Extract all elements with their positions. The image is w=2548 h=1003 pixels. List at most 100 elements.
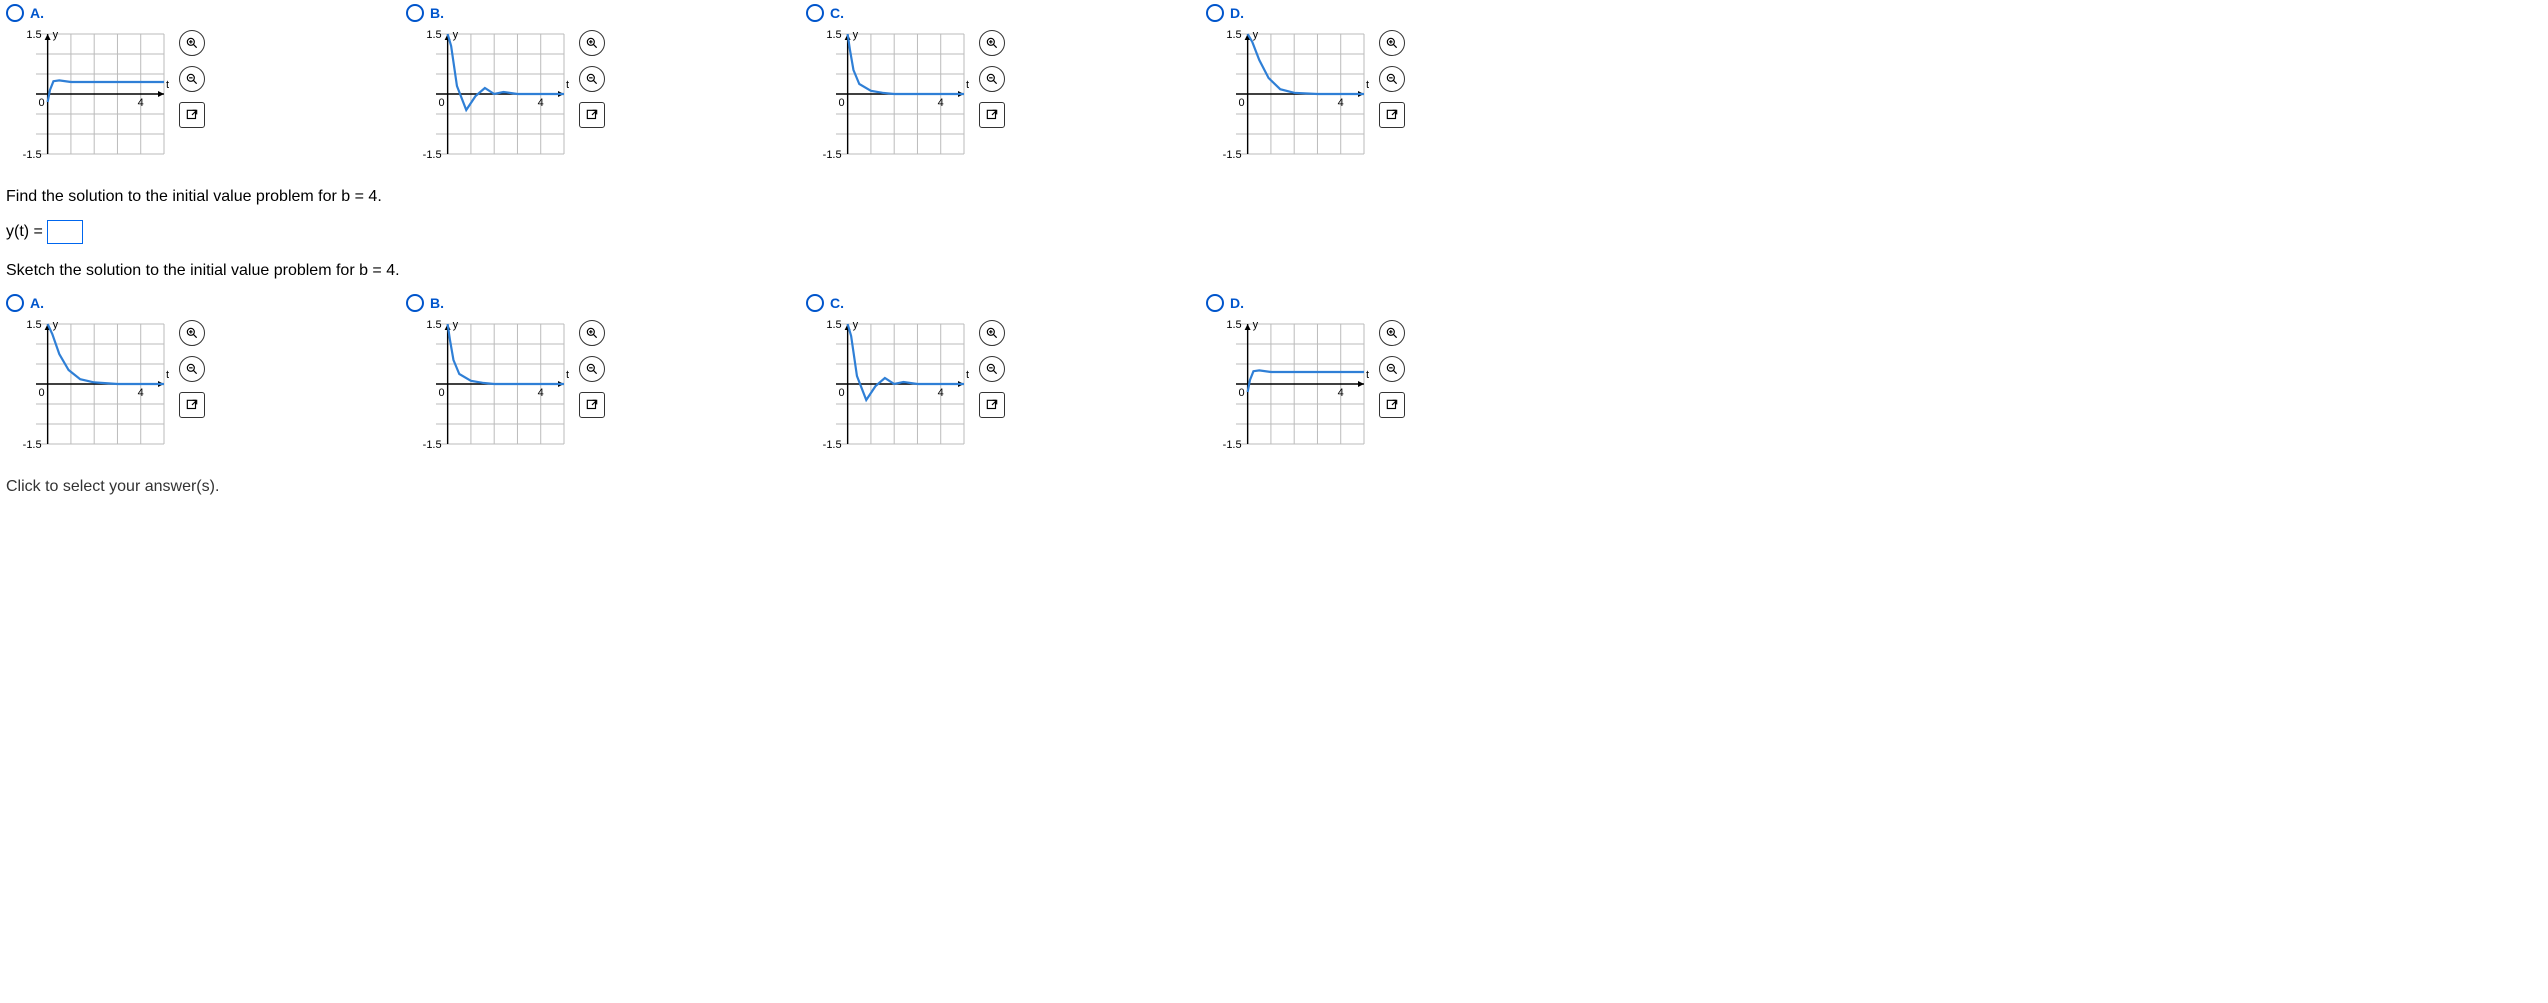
- instruction-find-solution: Find the solution to the initial value p…: [6, 188, 2542, 206]
- choice-header[interactable]: B.: [406, 4, 806, 22]
- svg-text:-1.5: -1.5: [23, 439, 42, 451]
- radio-icon[interactable]: [1206, 4, 1224, 22]
- svg-text:-1.5: -1.5: [823, 439, 842, 451]
- zoom-in-icon[interactable]: [979, 320, 1005, 346]
- choice-header[interactable]: D.: [1206, 4, 1606, 22]
- zoom-in-icon[interactable]: [579, 320, 605, 346]
- svg-text:4: 4: [538, 387, 544, 399]
- svg-text:-1.5: -1.5: [1223, 439, 1242, 451]
- radio-icon[interactable]: [6, 294, 24, 312]
- svg-text:0: 0: [1239, 97, 1245, 109]
- svg-text:y: y: [53, 319, 59, 331]
- popout-icon[interactable]: [1379, 102, 1405, 128]
- choice-header[interactable]: C.: [806, 4, 1206, 22]
- graph-plot: 1.5-1.5yt04: [806, 314, 971, 454]
- svg-text:t: t: [166, 369, 169, 381]
- svg-text:0: 0: [39, 97, 45, 109]
- graph-plot: 1.5-1.5yt04: [806, 24, 971, 164]
- svg-text:0: 0: [1239, 387, 1245, 399]
- zoom-out-icon[interactable]: [179, 66, 205, 92]
- svg-text:0: 0: [439, 97, 445, 109]
- popout-icon[interactable]: [979, 392, 1005, 418]
- svg-text:1.5: 1.5: [26, 319, 41, 331]
- svg-text:1.5: 1.5: [426, 319, 441, 331]
- graph-tools: [579, 24, 605, 128]
- choice-label: A.: [30, 5, 44, 21]
- choice-label: D.: [1230, 5, 1244, 21]
- popout-icon[interactable]: [579, 102, 605, 128]
- graph-tools: [979, 24, 1005, 128]
- zoom-out-icon[interactable]: [979, 66, 1005, 92]
- svg-text:4: 4: [138, 387, 144, 399]
- choice-1C: C. 1.5-1.5yt04: [806, 4, 1206, 164]
- choice-header[interactable]: C.: [806, 294, 1206, 312]
- popout-icon[interactable]: [579, 392, 605, 418]
- zoom-out-icon[interactable]: [1379, 66, 1405, 92]
- svg-text:y: y: [53, 29, 59, 41]
- choice-header[interactable]: D.: [1206, 294, 1606, 312]
- graph-tools: [979, 314, 1005, 418]
- graph-wrap: 1.5-1.5yt04: [6, 314, 406, 454]
- zoom-out-icon[interactable]: [579, 66, 605, 92]
- choice-header[interactable]: A.: [6, 294, 406, 312]
- radio-icon[interactable]: [806, 4, 824, 22]
- graph-wrap: 1.5-1.5yt04: [6, 24, 406, 164]
- zoom-in-icon[interactable]: [179, 320, 205, 346]
- radio-icon[interactable]: [1206, 294, 1224, 312]
- graph-container: 1.5-1.5yt04: [6, 314, 171, 454]
- choice-2D: D. 1.5-1.5yt04: [1206, 294, 1606, 454]
- svg-text:-1.5: -1.5: [423, 149, 442, 161]
- svg-text:0: 0: [439, 387, 445, 399]
- equation-lhs: y(t) =: [6, 223, 43, 241]
- svg-text:-1.5: -1.5: [423, 439, 442, 451]
- footer-instruction: Click to select your answer(s).: [6, 478, 2542, 496]
- zoom-out-icon[interactable]: [579, 356, 605, 382]
- choice-header[interactable]: B.: [406, 294, 806, 312]
- graph-wrap: 1.5-1.5yt04: [806, 314, 1206, 454]
- radio-icon[interactable]: [406, 4, 424, 22]
- instruction-sketch: Sketch the solution to the initial value…: [6, 262, 2542, 280]
- zoom-in-icon[interactable]: [979, 30, 1005, 56]
- radio-icon[interactable]: [806, 294, 824, 312]
- popout-icon[interactable]: [179, 392, 205, 418]
- zoom-out-icon[interactable]: [179, 356, 205, 382]
- svg-text:4: 4: [1338, 387, 1344, 399]
- svg-text:t: t: [966, 369, 969, 381]
- svg-text:1.5: 1.5: [26, 29, 41, 41]
- answer-input[interactable]: [47, 220, 83, 244]
- svg-text:4: 4: [138, 97, 144, 109]
- choice-label: B.: [430, 295, 444, 311]
- graph-container: 1.5-1.5yt04: [1206, 314, 1371, 454]
- radio-icon[interactable]: [6, 4, 24, 22]
- zoom-out-icon[interactable]: [1379, 356, 1405, 382]
- choice-header[interactable]: A.: [6, 4, 406, 22]
- choice-label: A.: [30, 295, 44, 311]
- radio-icon[interactable]: [406, 294, 424, 312]
- graph-container: 1.5-1.5yt04: [406, 24, 571, 164]
- graph-plot: 1.5-1.5yt04: [406, 24, 571, 164]
- svg-text:t: t: [1366, 79, 1369, 91]
- zoom-in-icon[interactable]: [579, 30, 605, 56]
- svg-text:y: y: [453, 29, 459, 41]
- zoom-in-icon[interactable]: [1379, 320, 1405, 346]
- svg-text:4: 4: [1338, 97, 1344, 109]
- svg-text:1.5: 1.5: [1226, 319, 1241, 331]
- choice-label: C.: [830, 5, 844, 21]
- svg-text:1.5: 1.5: [826, 29, 841, 41]
- choice-2B: B. 1.5-1.5yt04: [406, 294, 806, 454]
- svg-text:-1.5: -1.5: [823, 149, 842, 161]
- popout-icon[interactable]: [979, 102, 1005, 128]
- svg-text:y: y: [853, 29, 859, 41]
- zoom-in-icon[interactable]: [1379, 30, 1405, 56]
- zoom-out-icon[interactable]: [979, 356, 1005, 382]
- graph-plot: 1.5-1.5yt04: [406, 314, 571, 454]
- graph-plot: 1.5-1.5yt04: [1206, 24, 1371, 164]
- graph-plot: 1.5-1.5yt04: [1206, 314, 1371, 454]
- zoom-in-icon[interactable]: [179, 30, 205, 56]
- svg-text:t: t: [566, 369, 569, 381]
- popout-icon[interactable]: [179, 102, 205, 128]
- popout-icon[interactable]: [1379, 392, 1405, 418]
- svg-text:1.5: 1.5: [1226, 29, 1241, 41]
- graph-container: 1.5-1.5yt04: [806, 314, 971, 454]
- graph-tools: [179, 24, 205, 128]
